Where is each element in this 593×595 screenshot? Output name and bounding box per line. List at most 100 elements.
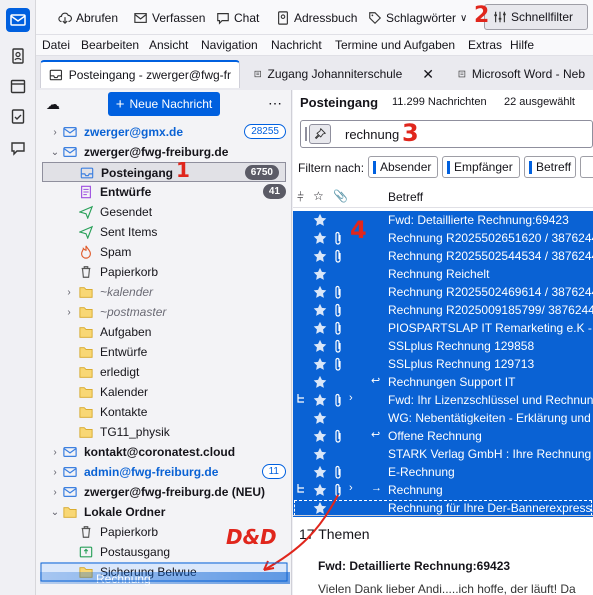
message-row[interactable]: Rechnung R2025502544534 / 3876244 / [293,247,593,265]
folder-drafts[interactable]: Entwürfe 41 [36,182,292,202]
message-row[interactable]: E-Rechnung [293,463,593,481]
star-icon[interactable] [313,339,327,353]
menu-file[interactable]: Datei [42,38,70,52]
expand-thread-icon[interactable]: › [349,392,353,404]
expand-icon[interactable]: › [64,307,74,318]
expand-icon[interactable]: › [50,447,60,458]
star-icon[interactable] [313,285,327,299]
message-row[interactable]: › Fwd: Ihr Lizenzschlüssel und Rechnung [293,391,593,409]
menu-edit[interactable]: Bearbeiten [81,38,139,52]
star-icon[interactable] [313,447,327,461]
thread-column-icon[interactable]: ⫩ [297,190,304,205]
folder-postmaster[interactable]: › ~postmaster [36,302,292,322]
folder-erledigt[interactable]: erledigt [36,362,292,382]
star-icon[interactable] [313,465,327,479]
account-gmx[interactable]: › zwerger@gmx.de 28255 [36,122,292,142]
message-row[interactable]: WG: Nebentätigkeiten - Erklärung und A [293,409,593,427]
filter-subject-button[interactable]: Betreff [524,156,576,178]
quick-filter-button[interactable]: Schnellfilter [484,4,588,30]
message-row[interactable]: Rechnung R2025502469614 / 3876244 / [293,283,593,301]
folder-kalender-hidden[interactable]: › ~kalender [36,282,292,302]
star-icon[interactable] [313,249,327,263]
tab-johanniterschule[interactable]: Zugang Johanniterschule ✕ [246,60,442,88]
mail-space-icon[interactable] [6,8,30,32]
expand-icon[interactable]: › [50,127,60,138]
collapse-icon[interactable]: ⌄ [50,147,60,158]
filter-sender-button[interactable]: Absender [368,156,438,178]
menu-message[interactable]: Nachricht [271,38,322,52]
folder-kontakte[interactable]: Kontakte [36,402,292,422]
star-icon[interactable] [313,357,327,371]
address-book-button[interactable]: Adressbuch [276,8,357,28]
star-icon[interactable] [313,375,327,389]
folder-label: Kontakte [100,405,148,419]
star-icon[interactable] [313,231,327,245]
message-row[interactable]: Rechnung R2025502651620 / 3876244 / [293,229,593,247]
menu-help[interactable]: Hilfe [510,38,534,52]
menu-calendar-tasks[interactable]: Termine und Aufgaben [335,38,455,52]
star-column-icon[interactable]: ☆ [313,189,324,203]
folder-label: erledigt [100,365,140,379]
folder-sent[interactable]: Gesendet [36,202,292,222]
get-messages-button[interactable]: Abrufen [58,8,118,28]
message-row[interactable]: ↩ Rechnungen Support IT [293,373,593,391]
star-icon[interactable] [313,303,327,317]
menu-tools[interactable]: Extras [468,38,502,52]
star-icon[interactable] [313,213,327,227]
folder-kalender[interactable]: Kalender [36,382,292,402]
attachment-column-icon[interactable]: 📎 [333,189,348,203]
more-options-icon[interactable]: ⋯ [268,95,282,112]
expand-icon[interactable]: › [64,287,74,298]
message-row[interactable]: Rechnung R2025009185799/ 3876244 / [293,301,593,319]
message-row[interactable]: SSLplus Rechnung 129713 [293,355,593,373]
chat-button[interactable]: Chat [216,8,259,28]
message-row[interactable]: STARK Verlag GmbH : Ihre Rechnung ist [293,445,593,463]
new-message-button[interactable]: + Neue Nachricht [108,92,220,116]
message-row[interactable]: PIOSPARTSLAP IT Remarketing e.K - Rec [293,319,593,337]
menu-navigation[interactable]: Navigation [201,38,258,52]
star-icon[interactable] [313,411,327,425]
filter-more-button[interactable] [580,156,593,178]
star-icon[interactable] [313,429,327,443]
star-icon[interactable] [313,267,327,281]
account-coronatest[interactable]: › kontakt@coronatest.cloud [36,442,292,462]
expand-icon[interactable]: › [50,487,60,498]
search-input[interactable]: rechnung [345,127,399,142]
folder-aufgaben[interactable]: Aufgaben [36,322,292,342]
star-icon[interactable] [313,321,327,335]
tab-word[interactable]: Microsoft Word - Neb [450,60,593,88]
address-book-space-icon[interactable] [6,44,30,68]
folder-spam[interactable]: Spam [36,242,292,262]
folder-entwuerfe[interactable]: Entwürfe [36,342,292,362]
message-row[interactable]: SSLplus Rechnung 129858 [293,337,593,355]
quick-filter-search[interactable]: rechnung [300,120,593,148]
expand-icon[interactable]: › [50,467,60,478]
tab-inbox[interactable]: Posteingang - zwerger@fwg-fr [40,60,240,88]
tags-button[interactable]: Schlagwörter ∨ [368,8,467,28]
folder-trash[interactable]: Papierkorb [36,262,292,282]
folder-label: TG11_physik [100,425,170,439]
pin-icon[interactable] [309,124,331,144]
cloud-download-icon[interactable]: ☁ [46,96,60,113]
account-fwg[interactable]: ⌄ zwerger@fwg-freiburg.de [36,142,292,162]
close-icon[interactable]: ✕ [422,66,434,83]
account-admin[interactable]: › admin@fwg-freiburg.de 11 [36,462,292,482]
star-icon[interactable] [313,393,327,407]
replied-icon: ↩ [371,375,381,387]
folder-inbox[interactable]: Posteingang 6750 [42,162,286,182]
tab-johanniterschule-label: Zugang Johanniterschule [267,67,403,81]
collapse-icon[interactable]: ⌄ [50,507,60,518]
subject-column-header[interactable]: Betreff [388,190,423,204]
tasks-space-icon[interactable] [6,104,30,128]
message-subject: Offene Rechnung [388,429,482,443]
message-row[interactable]: Rechnung Reichelt [293,265,593,283]
message-row[interactable]: ↩ Offene Rechnung [293,427,593,445]
message-row[interactable]: Fwd: Detaillierte Rechnung:69423 [293,211,593,229]
write-button[interactable]: Verfassen [134,8,205,28]
folder-tg11-physik[interactable]: TG11_physik [36,422,292,442]
menu-view[interactable]: Ansicht [149,38,188,52]
filter-recipient-button[interactable]: Empfänger [442,156,520,178]
folder-sent-items[interactable]: Sent Items [36,222,292,242]
chat-space-icon[interactable] [6,136,30,160]
calendar-space-icon[interactable] [6,74,30,98]
